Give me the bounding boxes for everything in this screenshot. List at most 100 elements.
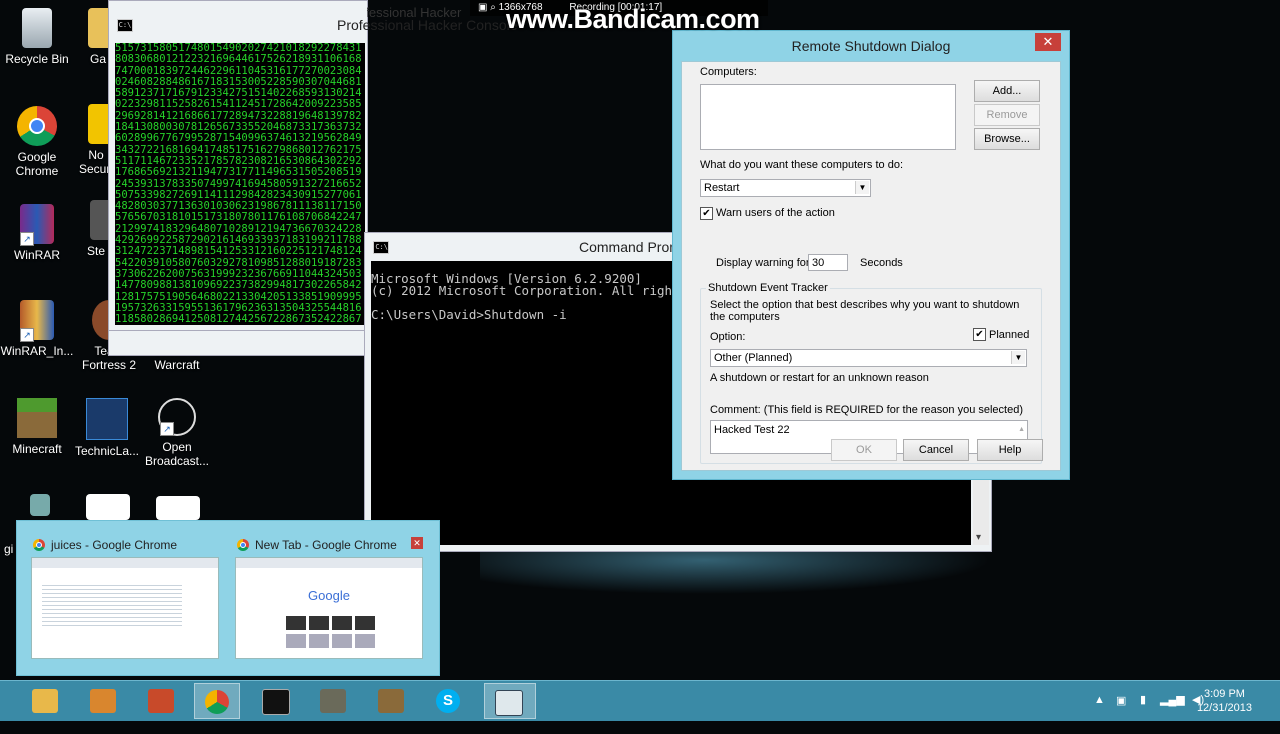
taskbar-thumbnail-preview[interactable]: juices - Google Chrome New Tab - Google … <box>16 520 440 676</box>
scroll-down-icon[interactable]: ▾ <box>976 532 981 543</box>
close-button[interactable]: ✕ <box>1035 33 1061 51</box>
taskbar-clock[interactable]: 3:09 PM 12/31/2013 <box>1197 687 1252 715</box>
minecraft-icon <box>17 398 57 438</box>
option-description: A shutdown or restart for an unknown rea… <box>710 372 929 384</box>
remote-shutdown-title: Remote Shutdown Dialog <box>791 38 951 54</box>
chevron-down-icon: ▼ <box>1011 351 1025 364</box>
google-logo: Google <box>308 588 350 603</box>
thumbnail-title: New Tab - Google Chrome ✕ <box>221 537 423 553</box>
desktop-icon-google-chrome[interactable]: Google Chrome <box>0 106 74 178</box>
battery-icon[interactable]: ▮ <box>1140 693 1146 733</box>
remote-shutdown-titlebar[interactable]: Remote Shutdown Dialog ✕ <box>673 31 1069 61</box>
option-label: Option: <box>710 331 746 343</box>
app-icon[interactable] <box>156 496 200 520</box>
console-icon: C:\ <box>373 241 389 254</box>
taskbar-chrome[interactable] <box>194 683 240 719</box>
desktop-icon-technic-launcher[interactable]: TechnicLa... <box>70 398 144 458</box>
cancel-button[interactable]: Cancel <box>903 439 969 461</box>
obs-icon: ↗ <box>158 398 196 436</box>
chrome-icon <box>237 539 249 551</box>
hacker-console-window[interactable]: Professional Hacker C:\ Professional Hac… <box>108 0 518 352</box>
comment-label: Comment: (This field is REQUIRED for the… <box>710 404 1024 416</box>
thumbnail-title-text: juices - Google Chrome <box>51 538 178 552</box>
tray-overflow-icon[interactable]: ▲ <box>1094 694 1105 734</box>
warn-users-label: Warn users of the action <box>716 207 835 219</box>
option-select-value: Other (Planned) <box>714 352 793 364</box>
planned-checkbox[interactable]: ✔ <box>973 328 986 341</box>
shutdown-event-tracker-label: Shutdown Event Tracker <box>706 282 830 294</box>
network-icon[interactable]: ▣ <box>1116 694 1126 734</box>
taskbar-minecraft[interactable] <box>368 683 414 719</box>
gimp-icon <box>320 689 346 713</box>
thumbnail-new-tab[interactable]: New Tab - Google Chrome ✕ Google <box>221 537 423 659</box>
browse-button[interactable]: Browse... <box>974 128 1040 150</box>
chrome-icon <box>205 690 229 714</box>
thumbnail-preview: Google <box>235 557 423 659</box>
seconds-label: Seconds <box>860 257 903 269</box>
planned-label: Planned <box>989 329 1030 341</box>
action-select-value: Restart <box>704 182 740 194</box>
thumbnail-preview <box>31 557 219 659</box>
recycle-bin-icon <box>22 8 52 48</box>
taskbar: S ▲ ▣ ▮ ▂▄▆ ◀) 3:09 PM 12/31/2013 <box>0 680 1280 721</box>
computers-label: Computers: <box>700 66 757 78</box>
window-mode-icon: ▣ ⌕ <box>478 2 499 13</box>
action-question: What do you want these computers to do: <box>700 159 904 171</box>
tracker-description: Select the option that best describes wh… <box>710 299 1020 323</box>
desktop-icon-recycle-bin[interactable]: Recycle Bin <box>0 8 74 66</box>
action-select[interactable]: Restart ▼ <box>700 179 871 197</box>
shortcut-arrow-icon: ↗ <box>160 422 174 436</box>
thumbnail-title-text: New Tab - Google Chrome <box>255 538 397 552</box>
paint-icon <box>148 689 174 713</box>
shortcut-arrow-icon: ↗ <box>20 328 34 342</box>
add-button[interactable]: Add... <box>974 80 1040 102</box>
cmd-icon <box>262 689 290 715</box>
desktop-icon-winrar-installer[interactable]: ↗ WinRAR_In... <box>0 300 74 358</box>
signal-icon[interactable]: ▂▄▆ <box>1160 693 1185 733</box>
taskbar-command-prompt[interactable] <box>252 683 298 719</box>
warn-users-checkbox[interactable]: ✔ <box>700 207 713 220</box>
remote-shutdown-dialog[interactable]: Remote Shutdown Dialog ✕ Computers: Add.… <box>672 30 1070 480</box>
taskbar-skype[interactable]: S <box>426 683 472 719</box>
warning-seconds-input[interactable] <box>808 254 848 271</box>
background-window-edge <box>108 330 368 356</box>
taskbar-installer[interactable] <box>80 683 126 719</box>
winrar-icon: ↗ <box>20 204 54 246</box>
bandicam-overlay: ▣ ⌕ 1366x768 Recording [00:01:17] www.Ba… <box>470 0 790 34</box>
taskbar-paint[interactable] <box>138 683 184 719</box>
taskbar-remote-shutdown[interactable] <box>484 683 536 719</box>
chrome-icon <box>17 106 57 146</box>
help-button[interactable]: Help <box>977 439 1043 461</box>
taskbar-file-explorer[interactable] <box>22 683 68 719</box>
minecraft-icon <box>378 689 404 713</box>
computers-list[interactable] <box>700 84 956 150</box>
hacker-console-output: 5157315805174801549020274210182922784318… <box>115 43 365 325</box>
desktop-icon-gi[interactable]: gi <box>0 494 50 556</box>
comment-text: Hacked Test 22 <box>714 424 790 436</box>
console-icon: C:\ <box>117 19 133 32</box>
clock-date: 12/31/2013 <box>1196 702 1252 714</box>
display-warning-label: Display warning for <box>716 257 810 269</box>
desktop-icon-winrar[interactable]: ↗ WinRAR <box>0 204 74 262</box>
thumbnail-juices[interactable]: juices - Google Chrome <box>17 537 219 659</box>
java-icon[interactable] <box>86 494 130 520</box>
chevron-down-icon: ▼ <box>855 181 869 194</box>
hacker-console-titlebar[interactable]: C:\ Professional Hacker Console <box>109 1 518 37</box>
installer-icon <box>90 689 116 713</box>
ok-button[interactable]: OK <box>831 439 897 461</box>
technic-icon <box>86 398 128 440</box>
chrome-icon <box>33 539 45 551</box>
folder-icon <box>32 689 58 713</box>
option-select[interactable]: Other (Planned) ▼ <box>710 349 1027 367</box>
winrar-installer-icon: ↗ <box>20 300 54 342</box>
close-thumbnail-button[interactable]: ✕ <box>411 537 423 549</box>
remove-button[interactable]: Remove <box>974 104 1040 126</box>
desktop-icon-minecraft[interactable]: Minecraft <box>0 398 74 456</box>
remote-shutdown-icon <box>495 690 523 716</box>
shortcut-arrow-icon: ↗ <box>20 232 34 246</box>
clock-time: 3:09 PM <box>1203 688 1245 700</box>
desktop-icon-open-broadcaster[interactable]: ↗ Open Broadcast... <box>140 398 214 468</box>
remote-shutdown-body: Computers: Add... Remove Browse... What … <box>681 61 1061 471</box>
thumbnail-title: juices - Google Chrome <box>17 537 205 553</box>
taskbar-gimp[interactable] <box>310 683 356 719</box>
